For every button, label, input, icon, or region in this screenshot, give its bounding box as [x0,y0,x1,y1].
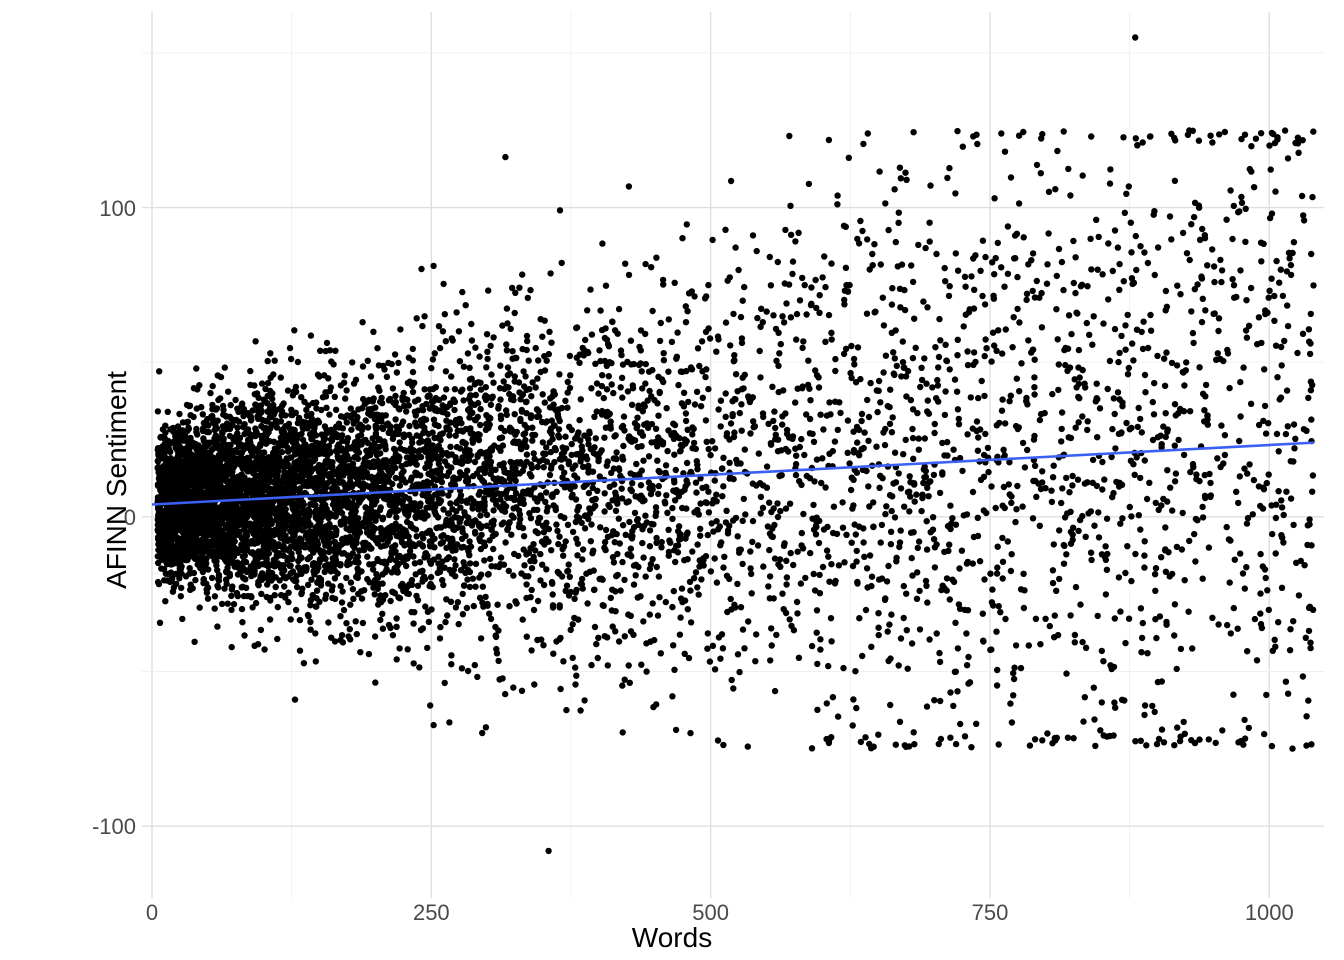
x-tick-label: 0 [146,900,158,926]
scatter-points [154,34,1316,854]
x-tick-label: 500 [692,900,729,926]
y-tick-label: 100 [88,196,136,222]
plot-panel [142,12,1324,898]
y-tick-label: -100 [88,814,136,840]
chart-container: AFINN Sentiment Words -100 0 100 0 250 5… [0,0,1344,960]
x-tick-label: 750 [972,900,1009,926]
x-axis-label: Words [632,922,712,954]
scatter-plot-svg [142,12,1324,898]
x-tick-label: 1000 [1245,900,1294,926]
y-axis-label: AFINN Sentiment [101,371,133,589]
x-tick-label: 250 [413,900,450,926]
y-tick-label: 0 [88,505,136,531]
